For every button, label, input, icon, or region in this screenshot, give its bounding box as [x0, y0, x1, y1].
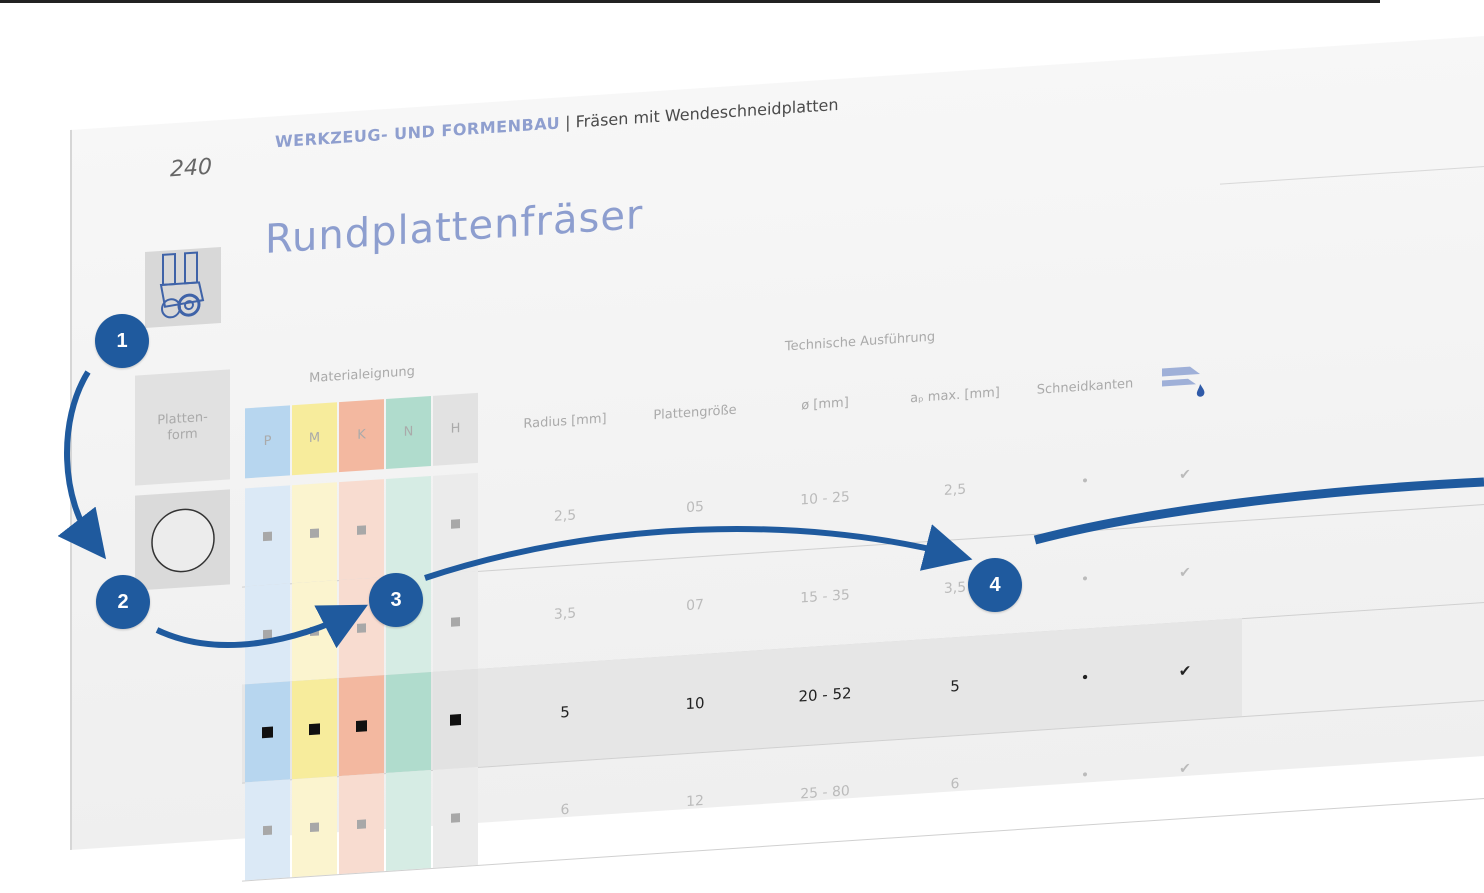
suitability-marker: [310, 821, 319, 832]
callout-badge-3: 3: [369, 573, 423, 627]
callout-badge-1: 1: [95, 314, 149, 368]
cell-edges: •: [1080, 767, 1090, 784]
arrow-3-to-4: [424, 524, 973, 581]
callout-arrows: [57, 370, 1484, 649]
material-cell: [339, 773, 384, 875]
callout-badge-2: 2: [96, 575, 150, 629]
suitability-marker: [263, 825, 272, 835]
cell-ap: 6: [950, 775, 960, 793]
arrow-4-out: [1033, 477, 1484, 545]
material-cell: [386, 770, 431, 872]
material-cell: [292, 776, 337, 878]
suitability-marker: [451, 812, 460, 823]
callout-badge-4: 4: [968, 558, 1022, 612]
suitability-marker: [357, 818, 366, 829]
book-photo: 240 WERKZEUG- UND FORMENBAU | Fräsen mit…: [0, 0, 1484, 882]
material-cell: [433, 766, 478, 868]
material-cell: [245, 779, 290, 881]
cell-diameter: 25 - 80: [800, 783, 850, 803]
arrow-1-to-2: [57, 370, 107, 560]
cell-size: 12: [686, 792, 704, 811]
cell-radius: 6: [560, 801, 570, 819]
arrow-2-to-3: [155, 604, 368, 649]
